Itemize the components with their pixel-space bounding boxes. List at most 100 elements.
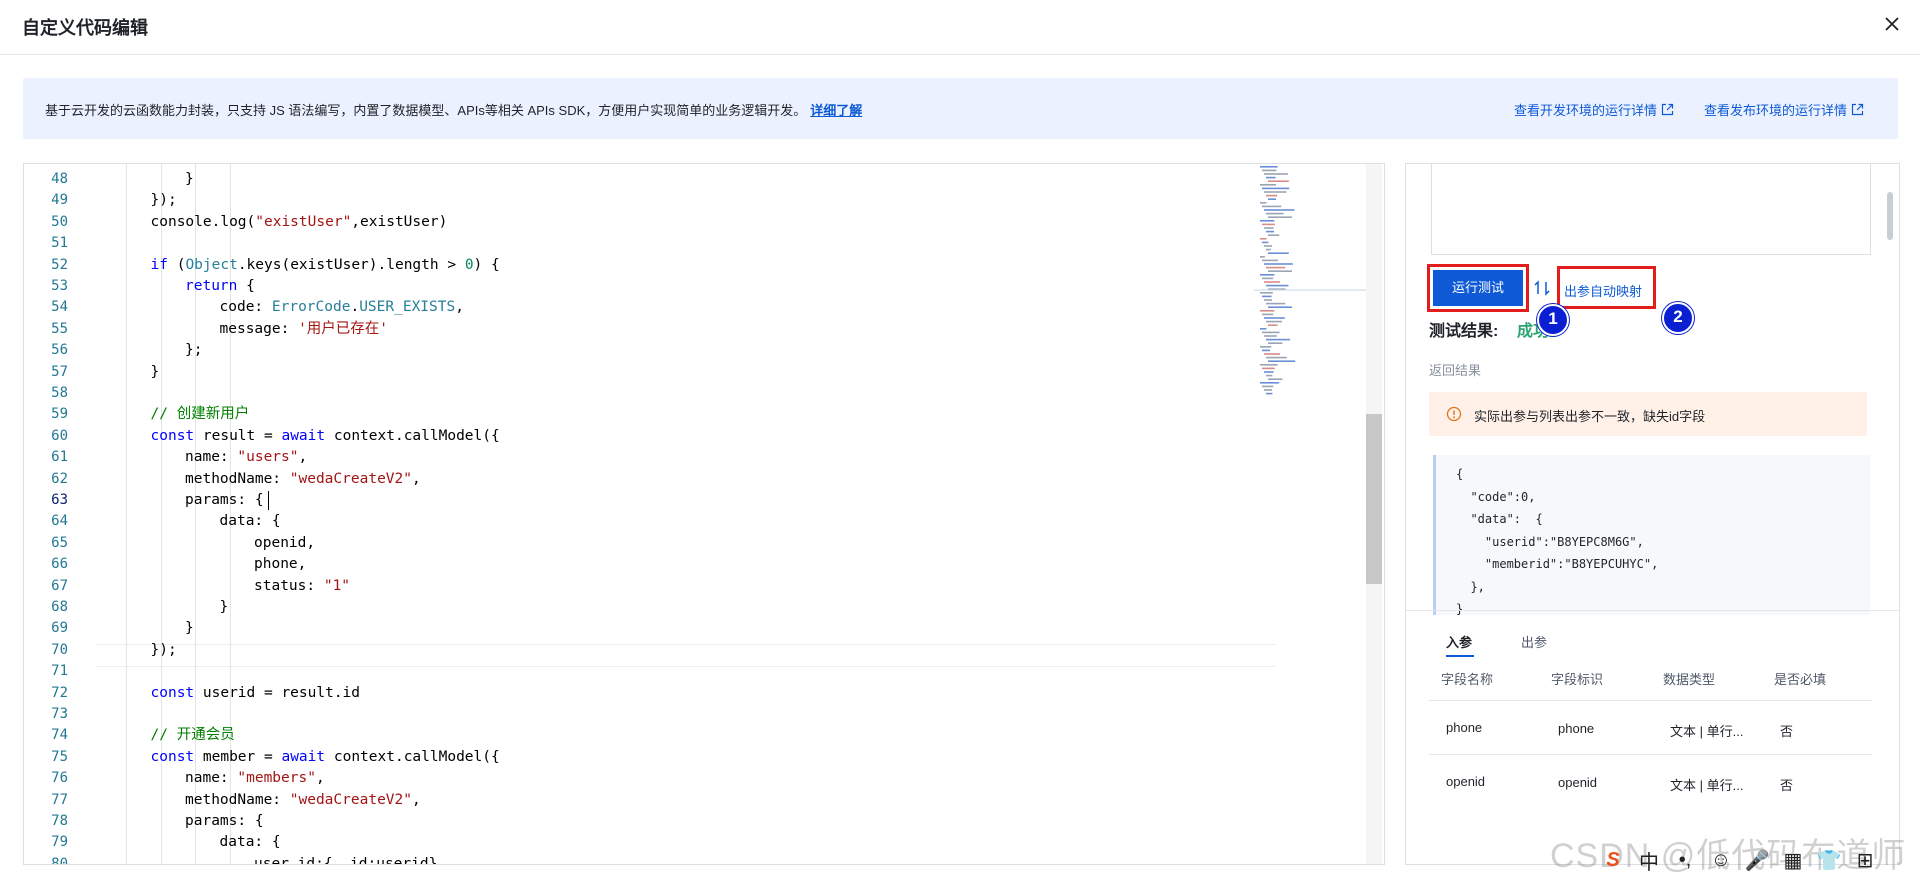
minimap-line (1260, 166, 1278, 168)
minimap-line (1266, 374, 1273, 377)
banner-description: 基于云开发的云函数能力封装，只支持 JS 语法编写，内置了数据模型、APIs等相… (45, 103, 807, 118)
code-line: // 创建新用户 (151, 404, 250, 425)
minimap-line (1266, 320, 1282, 323)
warning-text: 实际出参与列表出参不一致，缺失id字段 (1474, 409, 1706, 424)
code-token: } (185, 620, 194, 637)
code-token: }); (150, 192, 177, 209)
text-cursor (268, 491, 269, 510)
minimap-line (1262, 187, 1290, 190)
minimap-line (1266, 248, 1271, 251)
code-token: "wedaCreateV2" (289, 791, 412, 808)
dev-env-link[interactable]: 查看开发环境的运行详情 (1514, 100, 1674, 119)
code-area[interactable]: }}); console.log("existUser",existUser) if… (96, 164, 1276, 864)
minimap-line (1266, 302, 1286, 305)
ime-toolbar-item[interactable]: 中 (1636, 846, 1662, 875)
table-cell: 否 (1780, 778, 1794, 793)
editor-scroll-thumb[interactable] (1366, 414, 1382, 584)
code-minimap[interactable] (1254, 164, 1374, 534)
swap-icon (1533, 279, 1551, 297)
ime-toolbar-item[interactable]: ▦ (1780, 848, 1806, 873)
line-number: 49 (51, 192, 68, 209)
code-line: } (185, 618, 194, 639)
line-number: 61 (51, 449, 68, 466)
line-number: 74 (51, 727, 68, 744)
code-line: params: { (185, 811, 264, 832)
line-number: 55 (51, 320, 68, 337)
code-token: if (150, 256, 168, 273)
ime-toolbar-item[interactable]: •, (1672, 849, 1698, 872)
code-token: "wedaCreateV2" (289, 470, 412, 487)
banner-text: 基于云开发的云函数能力封装，只支持 JS 语法编写，内置了数据模型、APIs等相… (45, 100, 862, 119)
tab-input-params[interactable]: 入参 (1446, 632, 1472, 651)
code-token: methodName: (185, 791, 290, 808)
minimap-line (1268, 180, 1289, 182)
minimap-line (1264, 191, 1287, 193)
code-token: }); (150, 641, 177, 658)
ime-toolbar-item[interactable]: ⊞ (1852, 848, 1878, 873)
warning-alert: 实际出参与列表出参不一致，缺失id字段 (1429, 392, 1867, 436)
code-token: await (281, 748, 326, 765)
line-number: 54 (51, 299, 68, 316)
annotation-badge-1: 1 (1537, 304, 1569, 336)
panel-scroll-thumb[interactable] (1887, 192, 1893, 240)
code-editor[interactable]: 48 49 50 51 52 53 54 55 56 57 58 59 60 61 62 63 64 65 66 67… (23, 163, 1385, 865)
minimap-line (1266, 284, 1289, 287)
code-line: status: "1" (254, 576, 350, 597)
minimap-line (1264, 335, 1277, 337)
line-number: 59 (51, 406, 68, 423)
code-token: user_id:{ _id:userid} (254, 855, 438, 865)
code-line: }); (151, 190, 177, 211)
test-input-area[interactable] (1431, 164, 1871, 255)
ime-toolbar-item[interactable]: ☺ (1708, 849, 1734, 872)
code-token: await (281, 427, 326, 444)
line-number: 80 (51, 855, 68, 865)
minimap-line (1268, 252, 1289, 254)
code-token: context.callModel({ (325, 748, 500, 765)
ime-toolbar-item[interactable]: 👕 (1816, 848, 1842, 873)
code-token: }; (185, 342, 203, 359)
code-token: // 开通会员 (150, 727, 235, 744)
line-number: 51 (51, 235, 68, 252)
tab-output-params[interactable]: 出参 (1521, 632, 1547, 651)
minimap-line (1264, 353, 1280, 355)
line-number: 73 (51, 706, 68, 722)
info-banner: 基于云开发的云函数能力封装，只支持 JS 语法编写，内置了数据模型、APIs等相… (23, 78, 1898, 139)
minimap-line (1264, 173, 1288, 175)
code-line: const userid = result.id (151, 683, 361, 704)
close-icon[interactable] (1880, 12, 1904, 36)
annotation-box-run (1427, 264, 1529, 312)
minimap-line (1260, 256, 1265, 258)
minimap-line (1264, 245, 1272, 247)
minimap-line (1262, 277, 1274, 280)
minimap-line (1268, 378, 1283, 380)
test-panel: 运行测试 出参自动映射 测试结果: 成功 1 2 返回结果 实际出参与列表出参不… (1405, 163, 1900, 865)
code-token: data: { (219, 834, 281, 851)
line-number: 63 (51, 492, 68, 508)
code-token: ( (167, 256, 186, 273)
ime-toolbar-item[interactable]: S (1600, 849, 1626, 872)
prod-env-link[interactable]: 查看发布环境的运行详情 (1704, 100, 1864, 119)
code-line: data: { (220, 832, 281, 853)
json-line: "memberid":"B8YEPCUHYC", (1456, 557, 1659, 571)
minimap-line (1262, 223, 1275, 226)
json-line: } (1456, 602, 1464, 615)
code-token: .keys(existUser).length > (237, 256, 465, 273)
code-token: , (411, 470, 421, 487)
detail-link[interactable]: 详细了解 (810, 103, 862, 118)
code-line: openid, (254, 533, 315, 554)
table-divider (1429, 754, 1872, 755)
table-header-required: 是否必填 (1774, 672, 1827, 687)
line-number: 56 (51, 342, 68, 359)
code-token: ,existUser) (351, 213, 448, 230)
line-number: 64 (51, 513, 68, 530)
active-tab-indicator (1446, 655, 1474, 657)
ime-toolbar-item[interactable]: 🎤 (1744, 848, 1770, 873)
code-token: context.callModel({ (325, 427, 500, 444)
code-line: user_id:{ _id:userid} (254, 854, 438, 865)
table-header-data-type: 数据类型 (1663, 672, 1716, 687)
minimap-line (1264, 299, 1272, 301)
code-token: "existUser" (255, 213, 352, 230)
line-number: 60 (51, 427, 68, 444)
code-token: const (150, 748, 195, 765)
code-token: 0 (464, 256, 474, 273)
